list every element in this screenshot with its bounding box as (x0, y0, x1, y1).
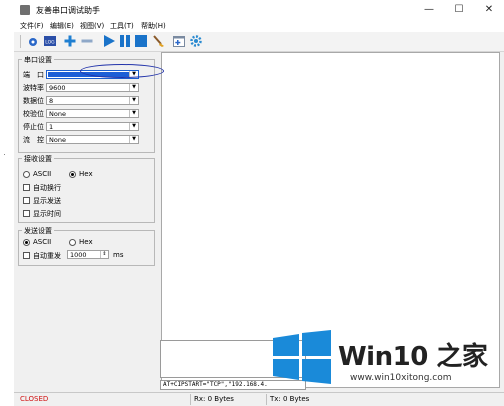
auto-newline-checkbox[interactable] (23, 184, 30, 191)
receive-settings-group: 接收设置 ASCII Hex 自动换行 显示发送 显示时间 (18, 154, 155, 223)
stopbits-label: 停止位 (23, 123, 44, 131)
menu-edit[interactable]: 编辑(E) (50, 21, 74, 31)
pause-icon[interactable] (118, 34, 132, 48)
menu-bar: 文件(F) 编辑(E) 视图(V) 工具(T) 帮助(H) (14, 20, 504, 32)
minimize-button[interactable]: — (415, 2, 443, 18)
watermark-url: www.win10xitong.com (350, 373, 452, 383)
remove-icon[interactable] (80, 34, 94, 48)
send-settings-group: 发送设置 ASCII Hex 自动重发 1000 ⇕ ms (18, 226, 155, 266)
show-send-checkbox[interactable] (23, 197, 30, 204)
parity-combo[interactable]: None ▼ (46, 109, 139, 118)
close-button[interactable]: ✕ (475, 2, 503, 18)
chevron-down-icon: ▼ (129, 84, 138, 91)
clear-icon[interactable] (151, 34, 165, 48)
log-icon[interactable]: LOG (43, 34, 57, 48)
send-hex-label: Hex (79, 238, 93, 246)
log-icon-label: LOG (45, 40, 55, 46)
auto-newline-label: 自动换行 (33, 184, 61, 192)
stop-icon[interactable] (134, 34, 148, 48)
window-title: 友善串口调试助手 (36, 6, 100, 15)
toolbar-grip (20, 35, 21, 48)
databits-value: 8 (49, 97, 54, 105)
toolbar: LOG (14, 32, 504, 52)
parity-label: 校验位 (23, 110, 44, 118)
menu-view[interactable]: 视图(V) (80, 21, 104, 31)
send-settings-title: 发送设置 (22, 226, 54, 236)
show-time-label: 显示时间 (33, 210, 61, 218)
connect-icon[interactable] (26, 34, 40, 48)
serial-settings-title: 串口设置 (22, 55, 54, 65)
menu-help[interactable]: 帮助(H) (141, 21, 166, 31)
settings-icon[interactable] (189, 34, 203, 48)
flow-label: 流 控 (23, 136, 44, 144)
interval-unit-label: ms (113, 251, 124, 259)
port-label: 端 口 (23, 71, 44, 79)
chevron-down-icon: ▼ (129, 110, 138, 117)
receive-ascii-radio[interactable] (23, 171, 30, 178)
status-divider (266, 394, 267, 405)
baud-value: 9600 (49, 84, 66, 92)
rx-count: Rx: 0 Bytes (194, 395, 234, 403)
flow-value: None (49, 136, 66, 144)
databits-label: 数据位 (23, 97, 44, 105)
watermark-title: Win10 之家 (338, 342, 488, 372)
databits-combo[interactable]: 8 ▼ (46, 96, 139, 105)
send-ascii-label: ASCII (33, 238, 52, 246)
start-icon[interactable] (102, 34, 116, 48)
stopbits-value: 1 (49, 123, 54, 131)
maximize-button[interactable]: ☐ (445, 2, 473, 18)
menu-file[interactable]: 文件(F) (20, 21, 44, 31)
tx-count: Tx: 0 Bytes (270, 395, 310, 403)
receive-hex-radio[interactable] (69, 171, 76, 178)
resend-interval-value: 1000 (70, 251, 87, 259)
chevron-down-icon: ▼ (129, 123, 138, 130)
spinner-icon[interactable]: ⇕ (100, 251, 108, 258)
receive-ascii-label: ASCII (33, 170, 52, 178)
stray-dot (4, 154, 5, 155)
flow-combo[interactable]: None ▼ (46, 135, 139, 144)
status-bar: CLOSED Rx: 0 Bytes Tx: 0 Bytes (14, 392, 504, 406)
resend-interval-input[interactable]: 1000 ⇕ (67, 250, 109, 259)
stopbits-combo[interactable]: 1 ▼ (46, 122, 139, 131)
receive-settings-title: 接收设置 (22, 154, 54, 164)
auto-resend-label: 自动重发 (33, 252, 61, 260)
add-icon[interactable] (63, 34, 77, 48)
windows-logo-icon (273, 330, 331, 384)
chevron-down-icon: ▼ (129, 97, 138, 104)
app-icon (20, 5, 30, 15)
baud-label: 波特率 (23, 84, 44, 92)
show-send-label: 显示发送 (33, 197, 61, 205)
receive-hex-label: Hex (79, 170, 93, 178)
send-hex-radio[interactable] (69, 239, 76, 246)
parity-value: None (49, 110, 66, 118)
add-window-icon[interactable] (172, 34, 186, 48)
chevron-down-icon: ▼ (129, 136, 138, 143)
settings-panel: 串口设置 端 口 ▼ 波特率 9600 ▼ 数据位 8 ▼ 校验位 None ▼ (14, 52, 160, 392)
auto-resend-checkbox[interactable] (23, 252, 30, 259)
show-time-checkbox[interactable] (23, 210, 30, 217)
title-bar: 友善串口调试助手 — ☐ ✕ (14, 0, 504, 20)
menu-tools[interactable]: 工具(T) (110, 21, 134, 31)
status-divider (190, 394, 191, 405)
highlight-ellipse (80, 64, 164, 78)
connection-status: CLOSED (20, 395, 49, 403)
baud-combo[interactable]: 9600 ▼ (46, 83, 139, 92)
send-ascii-radio[interactable] (23, 239, 30, 246)
